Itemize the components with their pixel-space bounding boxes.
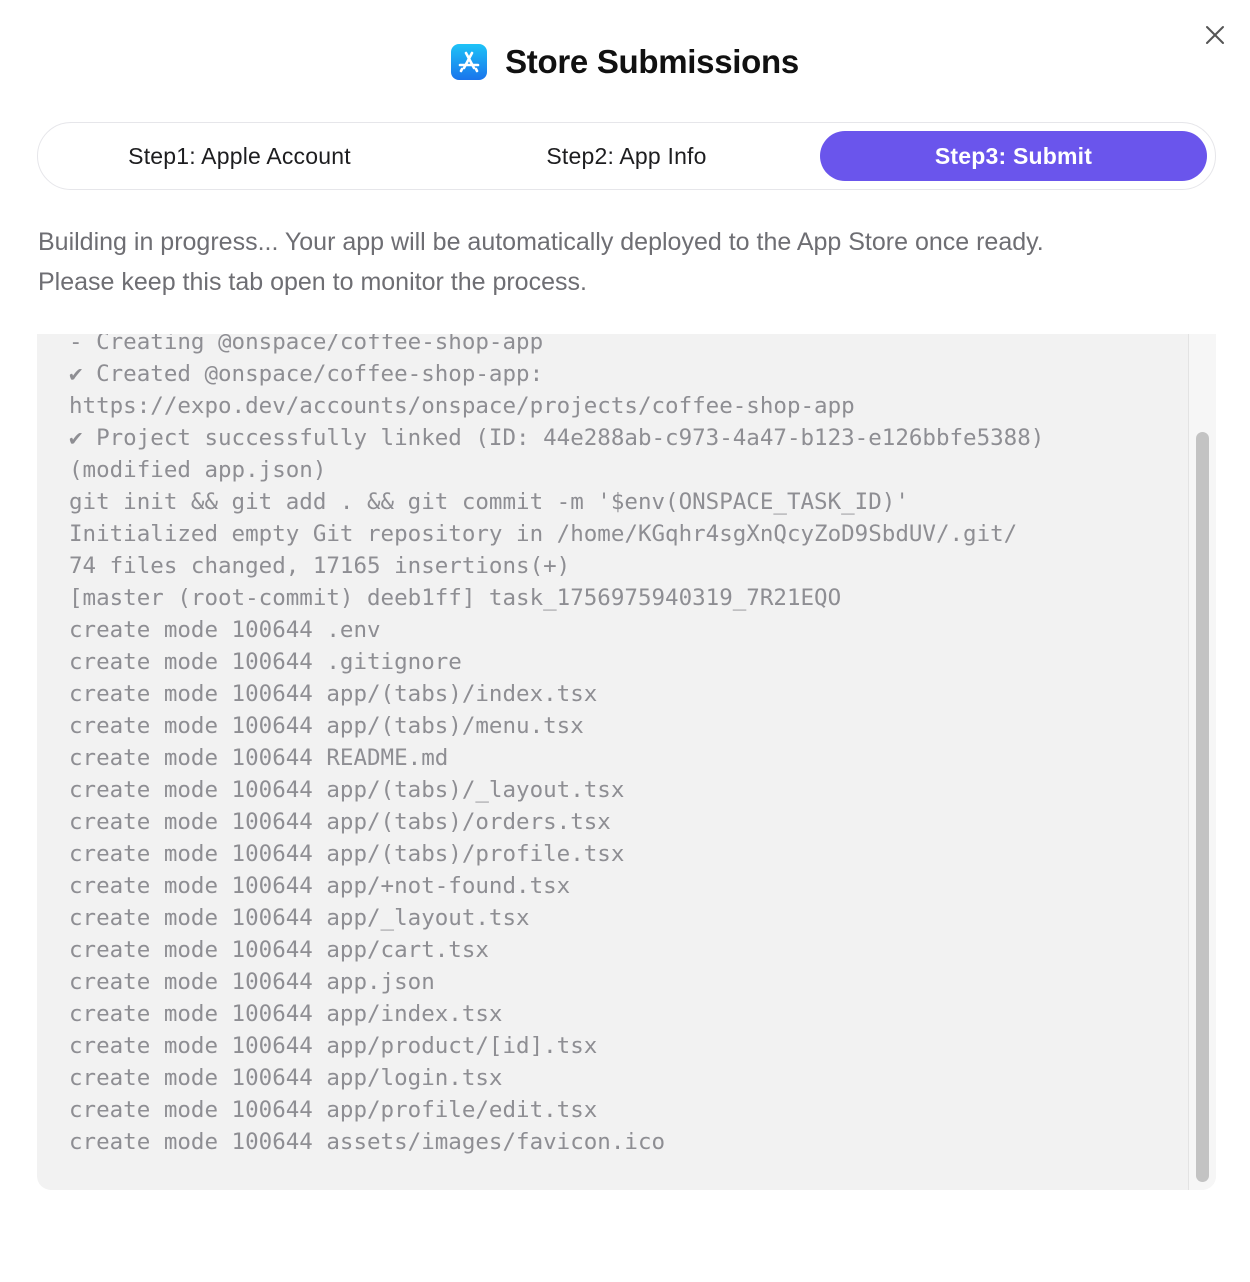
description-line-2: Please keep this tab open to monitor the…: [38, 268, 587, 296]
tab-step3-submit[interactable]: Step3: Submit: [820, 131, 1207, 181]
log-scrollbar-thumb[interactable]: [1196, 432, 1209, 1182]
log-line: 74 files changed, 17165 insertions(+): [69, 553, 571, 579]
log-line: https://expo.dev/accounts/onspace/projec…: [69, 393, 855, 419]
log-line: create mode 100644 app/(tabs)/index.tsx: [69, 681, 598, 707]
log-line: create mode 100644 .env: [69, 617, 381, 643]
log-line: git init && git add . && git commit -m '…: [69, 489, 909, 515]
tab-step1-apple-account[interactable]: Step1: Apple Account: [46, 131, 433, 181]
log-line: create mode 100644 assets/images/favicon…: [69, 1129, 666, 1155]
dialog-title: Store Submissions: [505, 43, 799, 80]
build-log-panel[interactable]: - Creating @onspace/coffee-shop-app ✔ Cre…: [37, 334, 1216, 1190]
log-line: create mode 100644 app/cart.tsx: [69, 937, 489, 963]
log-line: create mode 100644 .gitignore: [69, 649, 462, 675]
log-line: - Creating @onspace/coffee-shop-app: [69, 334, 544, 355]
log-line: [master (root-commit) deeb1ff] task_1756…: [69, 585, 842, 611]
store-submissions-dialog: Store Submissions Step1: Apple Account S…: [0, 0, 1250, 1282]
build-log-output: - Creating @onspace/coffee-shop-app ✔ Cre…: [69, 334, 1179, 1158]
tab-step2-app-info[interactable]: Step2: App Info: [433, 131, 820, 181]
log-line: ✔ Project successfully linked (ID: 44e28…: [69, 425, 1045, 451]
app-store-icon: [451, 44, 488, 80]
description-line-1: Building in progress... Your app will be…: [38, 228, 1044, 256]
log-line: create mode 100644 app/(tabs)/profile.ts…: [69, 841, 625, 867]
log-scrollbar[interactable]: [1188, 334, 1216, 1190]
log-line: (modified app.json): [69, 457, 327, 483]
build-status-description: Building in progress... Your app will be…: [38, 222, 1228, 302]
log-line: create mode 100644 app.json: [69, 969, 435, 995]
log-line: create mode 100644 README.md: [69, 745, 449, 771]
log-line: create mode 100644 app/profile/edit.tsx: [69, 1097, 598, 1123]
log-line: ✔ Created @onspace/coffee-shop-app:: [69, 361, 544, 387]
log-line: create mode 100644 app/(tabs)/orders.tsx: [69, 809, 611, 835]
log-line: create mode 100644 app/(tabs)/_layout.ts…: [69, 777, 625, 803]
log-line: create mode 100644 app/product/[id].tsx: [69, 1033, 598, 1059]
step-tabs: Step1: Apple Account Step2: App Info Ste…: [37, 122, 1216, 190]
log-line: create mode 100644 app/index.tsx: [69, 1001, 503, 1027]
log-line: create mode 100644 app/(tabs)/menu.tsx: [69, 713, 584, 739]
log-line: Initialized empty Git repository in /hom…: [69, 521, 1018, 547]
log-line: create mode 100644 app/+not-found.tsx: [69, 873, 571, 899]
log-line: create mode 100644 app/login.tsx: [69, 1065, 503, 1091]
dialog-header: Store Submissions: [0, 40, 1250, 84]
log-line: create mode 100644 app/_layout.tsx: [69, 905, 530, 931]
